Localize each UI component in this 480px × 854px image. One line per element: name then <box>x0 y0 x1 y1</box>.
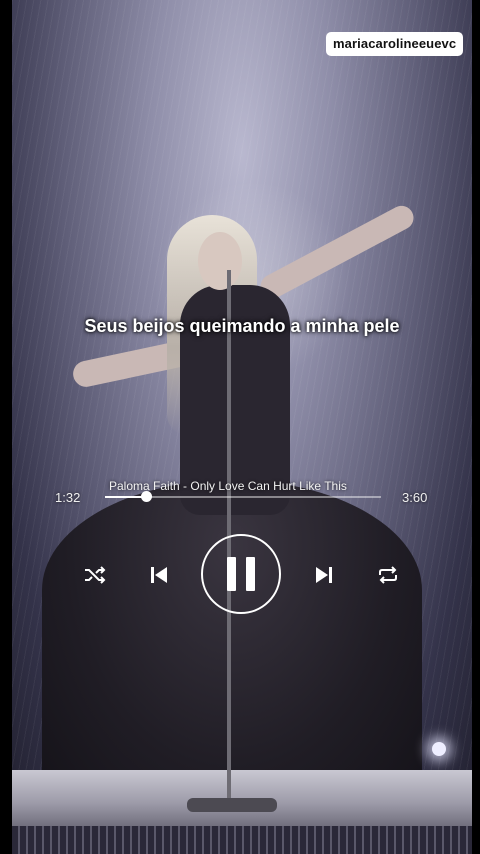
skip-previous-icon <box>151 567 167 583</box>
previous-button[interactable] <box>147 563 171 587</box>
username-tag: mariacarolineeuevc <box>326 32 464 56</box>
next-button[interactable] <box>312 563 336 587</box>
microphone-stand-base <box>187 798 277 812</box>
shuffle-icon <box>85 566 106 584</box>
pause-icon <box>227 557 255 591</box>
repeat-button[interactable] <box>375 563 401 587</box>
progress-bar[interactable] <box>105 491 381 502</box>
stage-floor-grid <box>12 826 472 854</box>
lyric-caption: Seus beijos queimando a minha pele <box>84 316 400 336</box>
repeat-icon <box>379 566 397 584</box>
elapsed-time: 1:32 <box>55 490 81 505</box>
video-frame <box>12 0 472 854</box>
performer-head <box>198 232 242 290</box>
pause-button[interactable] <box>201 534 281 614</box>
performer-gown <box>42 480 422 810</box>
skip-next-icon <box>316 567 332 583</box>
shuffle-button[interactable] <box>82 563 108 587</box>
total-time: 3:60 <box>402 490 428 505</box>
progress-bar-fill <box>105 496 147 498</box>
stage-light <box>432 742 446 756</box>
